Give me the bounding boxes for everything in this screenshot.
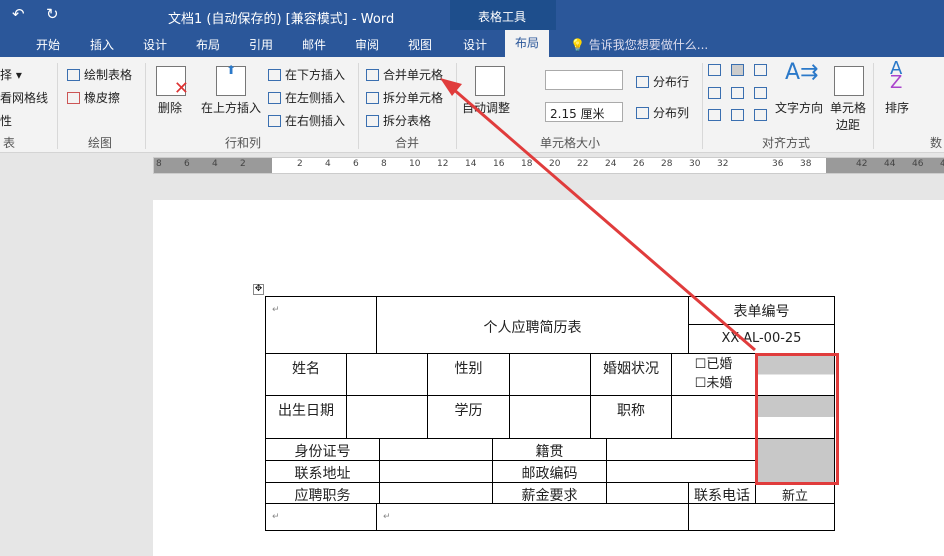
arrow-line	[451, 86, 756, 352]
annotation-arrow	[440, 78, 756, 352]
